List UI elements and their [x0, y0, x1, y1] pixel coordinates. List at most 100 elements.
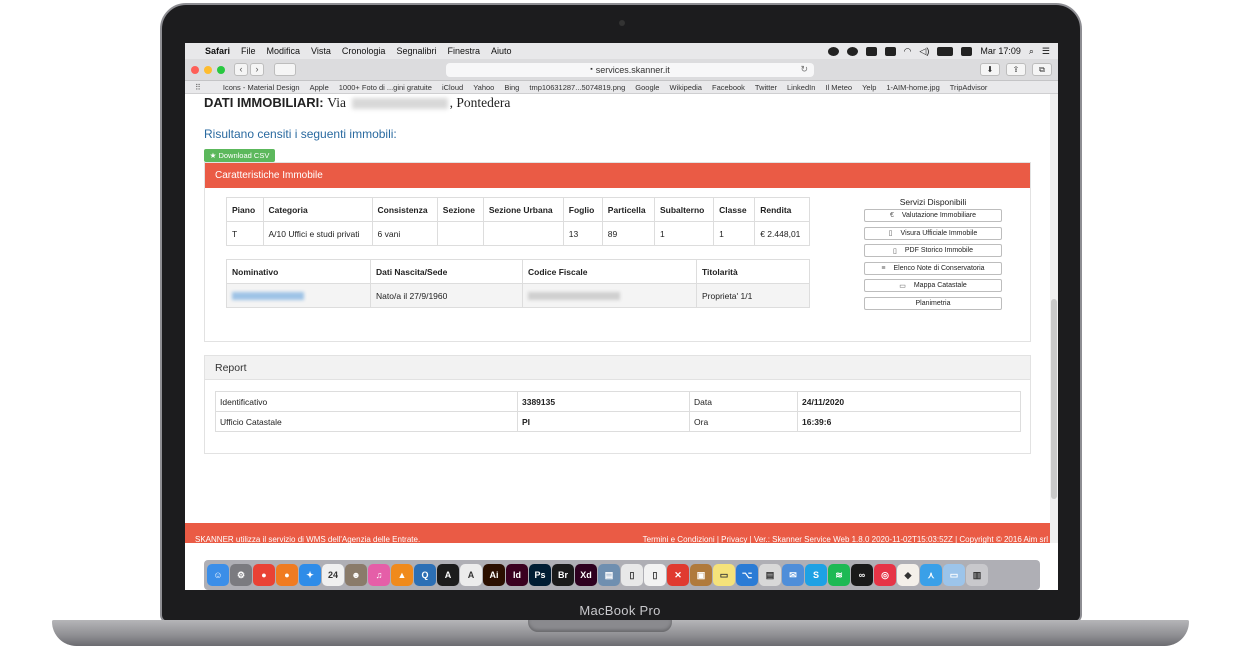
- quicktime-icon[interactable]: Q: [414, 564, 436, 586]
- firefox-icon[interactable]: ●: [276, 564, 298, 586]
- adobe-cc-icon[interactable]: ∞: [851, 564, 873, 586]
- cadastral-map-button[interactable]: ▭ Mappa Catastale: [864, 279, 1002, 292]
- calendar-icon[interactable]: 24: [322, 564, 344, 586]
- control-center-icon[interactable]: ☰: [1042, 46, 1050, 57]
- bookmark-item[interactable]: Yelp: [862, 83, 876, 92]
- reload-icon[interactable]: ↻: [800, 64, 808, 75]
- spotify-icon[interactable]: ≋: [828, 564, 850, 586]
- vlc-icon[interactable]: ▲: [391, 564, 413, 586]
- illustrator-icon[interactable]: Ai: [483, 564, 505, 586]
- preview-icon[interactable]: ▤: [598, 564, 620, 586]
- close-window-icon[interactable]: [191, 65, 199, 74]
- tray-app-icon[interactable]: [827, 46, 839, 56]
- spotlight-icon[interactable]: ⌕: [1029, 46, 1034, 57]
- address-bar[interactable]: ▪ services.skanner.it ↻: [446, 62, 814, 77]
- contacts-icon[interactable]: ☻: [345, 564, 367, 586]
- grid-icon[interactable]: ⠿: [195, 83, 201, 92]
- official-survey-button[interactable]: ▯ Visura Ufficiale Immobile: [864, 226, 1002, 240]
- bookmark-item[interactable]: Facebook: [712, 83, 745, 92]
- battery-icon[interactable]: [937, 46, 954, 56]
- download-button[interactable]: ⬇: [980, 63, 1000, 76]
- bookmark-item[interactable]: Apple: [310, 83, 329, 92]
- column-header: Consistenza: [371, 197, 438, 222]
- pdf-history-button[interactable]: ▯ PDF Storico Immobile: [864, 244, 1002, 257]
- photoshop-icon[interactable]: Ps: [529, 564, 551, 586]
- bookmark-item[interactable]: Twitter: [755, 83, 777, 92]
- conservatory-notes-button[interactable]: ≡ Elenco Note di Conservatoria: [864, 261, 1002, 275]
- finder-icon[interactable]: ☺: [207, 564, 229, 586]
- bridge-icon[interactable]: Br: [552, 564, 574, 586]
- table-cell: Identificativo: [215, 391, 518, 412]
- owner-name-cell[interactable]: [226, 283, 371, 308]
- bookmark-item[interactable]: Wikipedia: [669, 83, 702, 92]
- mail-icon[interactable]: ✉: [782, 564, 804, 586]
- app-orange-icon[interactable]: ◆: [897, 564, 919, 586]
- vscode-icon[interactable]: ⌥: [736, 564, 758, 586]
- scrollbar[interactable]: [1050, 94, 1058, 543]
- forward-button[interactable]: ›: [250, 63, 264, 76]
- minimize-window-icon[interactable]: [204, 65, 212, 74]
- menu-segnalibri[interactable]: Segnalibri: [396, 46, 436, 56]
- valuation-button[interactable]: € Valutazione Immobiliare: [864, 209, 1002, 222]
- tool-icon[interactable]: ✕: [667, 564, 689, 586]
- results-subtitle: Risultano censiti i seguenti immobili:: [204, 127, 397, 141]
- creative-cloud-icon[interactable]: ◎: [874, 564, 896, 586]
- dock-area: ☺ ⚙ ● ● ✦ 24 ☻ ♫ ▲ Q A A Ai Id Ps Br Xd ▤ ▯ ▯ ✕ ▣ ▭ ⌥ ▤ ✉ S ≋ ∞ ◎ ◆ ⋏ ▭ ▥: [185, 560, 1058, 590]
- bookmark-item[interactable]: tmp10631287...5074819.png: [529, 83, 625, 92]
- menu-aiuto[interactable]: Aiuto: [491, 46, 512, 56]
- indesign-icon[interactable]: Id: [506, 564, 528, 586]
- system-preferences-icon[interactable]: ⚙: [230, 564, 252, 586]
- acrobat-icon[interactable]: A: [437, 564, 459, 586]
- share-button[interactable]: ⇪: [1006, 63, 1026, 76]
- bookmark-item[interactable]: TripAdvisor: [950, 83, 988, 92]
- itunes-icon[interactable]: ♫: [368, 564, 390, 586]
- menu-cronologia[interactable]: Cronologia: [342, 46, 386, 56]
- document-icon[interactable]: ▯: [621, 564, 643, 586]
- chrome-icon[interactable]: ●: [253, 564, 275, 586]
- acrobat-reader-icon[interactable]: A: [460, 564, 482, 586]
- menu-modifica[interactable]: Modifica: [267, 46, 301, 56]
- safari-icon[interactable]: ✦: [299, 564, 321, 586]
- folder-icon[interactable]: ▭: [943, 564, 965, 586]
- zoom-window-icon[interactable]: [217, 65, 225, 74]
- notes-icon[interactable]: ▭: [713, 564, 735, 586]
- menu-vista[interactable]: Vista: [311, 46, 331, 56]
- download-csv-button[interactable]: ★ Download CSV: [204, 149, 275, 162]
- creative-cloud-tray-icon[interactable]: [846, 46, 858, 56]
- service-label: PDF Storico Immobile: [904, 247, 973, 254]
- bookmark-item[interactable]: Yahoo: [473, 83, 494, 92]
- wifi-icon[interactable]: ◠: [904, 46, 912, 57]
- back-button[interactable]: ‹: [234, 63, 248, 76]
- menu-app[interactable]: Safari: [205, 46, 230, 56]
- skype-icon[interactable]: S: [805, 564, 827, 586]
- bookmark-item[interactable]: Icons - Material Design: [223, 83, 300, 92]
- airplay-icon[interactable]: [884, 46, 896, 56]
- menu-finestra[interactable]: Finestra: [447, 46, 480, 56]
- xd-icon[interactable]: Xd: [575, 564, 597, 586]
- volume-icon[interactable]: ◁): [919, 46, 929, 57]
- redacted-owner-link[interactable]: [232, 292, 304, 301]
- bookmark-item[interactable]: Bing: [504, 83, 519, 92]
- sidebar-button[interactable]: [274, 63, 296, 76]
- archive-icon[interactable]: ▣: [690, 564, 712, 586]
- services-title: Servizi Disponibili: [899, 197, 967, 207]
- floor-plan-button[interactable]: Planimetria: [864, 296, 1002, 310]
- tray-box-icon[interactable]: [865, 46, 877, 56]
- document-2-icon[interactable]: ▯: [644, 564, 666, 586]
- clock[interactable]: Mar 17:09: [980, 46, 1021, 56]
- bookmark-item[interactable]: Il Meteo: [825, 83, 852, 92]
- trash-icon[interactable]: ▥: [966, 564, 988, 586]
- footer-links[interactable]: Termini e Condizioni | Privacy | Ver.: S…: [643, 535, 1048, 543]
- bookmark-item[interactable]: 1-AIM-home.jpg: [886, 83, 939, 92]
- bookmark-item[interactable]: LinkedIn: [787, 83, 815, 92]
- tabs-button[interactable]: ⧉: [1032, 63, 1052, 76]
- scroll-thumb[interactable]: [1051, 299, 1057, 499]
- bookmark-item[interactable]: 1000+ Foto di ...gini gratuite: [339, 83, 432, 92]
- bookmark-item[interactable]: Google: [635, 83, 659, 92]
- testflight-icon[interactable]: ⋏: [920, 564, 942, 586]
- bookmark-item[interactable]: iCloud: [442, 83, 463, 92]
- flag-icon[interactable]: [961, 46, 973, 56]
- menu-file[interactable]: File: [241, 46, 256, 56]
- textedit-icon[interactable]: ▤: [759, 564, 781, 586]
- column-header: Codice Fiscale: [522, 259, 697, 284]
